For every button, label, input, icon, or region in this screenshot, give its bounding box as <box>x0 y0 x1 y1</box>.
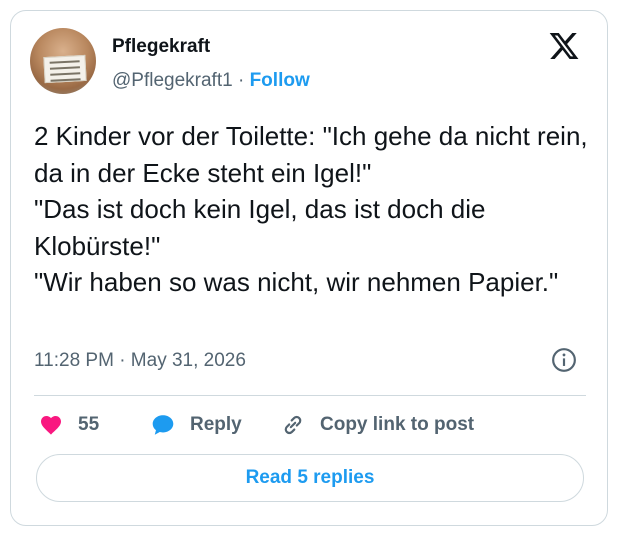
reply-button[interactable]: Reply <box>150 412 242 438</box>
divider <box>34 395 586 396</box>
tweet-text: 2 Kinder vor der Toilette: "Ich gehe da … <box>34 121 588 297</box>
like-count: 55 <box>78 414 100 435</box>
reply-bubble-icon <box>152 415 174 435</box>
x-logo-icon[interactable] <box>548 30 580 62</box>
tweet-timestamp[interactable]: 11:28 PM · May 31, 2026 <box>34 350 246 372</box>
author-handle[interactable]: @Pflegekraft1 <box>112 70 233 91</box>
like-button[interactable]: 55 <box>38 412 99 438</box>
copy-link-button[interactable]: Copy link to post <box>280 412 474 438</box>
read-replies-button[interactable]: Read 5 replies <box>36 454 584 502</box>
follow-button[interactable]: Follow <box>250 70 310 91</box>
copy-link-label: Copy link to post <box>320 414 475 435</box>
author-handle-row: @Pflegekraft1 · Follow <box>112 70 310 92</box>
link-icon <box>284 415 302 435</box>
author-avatar[interactable] <box>30 28 96 94</box>
avatar-sign <box>43 54 87 84</box>
heart-icon <box>41 416 61 435</box>
reply-label: Reply <box>190 414 242 435</box>
author-name[interactable]: Pflegekraft <box>112 36 210 58</box>
info-icon[interactable] <box>551 347 577 373</box>
handle-separator: · <box>237 70 245 91</box>
